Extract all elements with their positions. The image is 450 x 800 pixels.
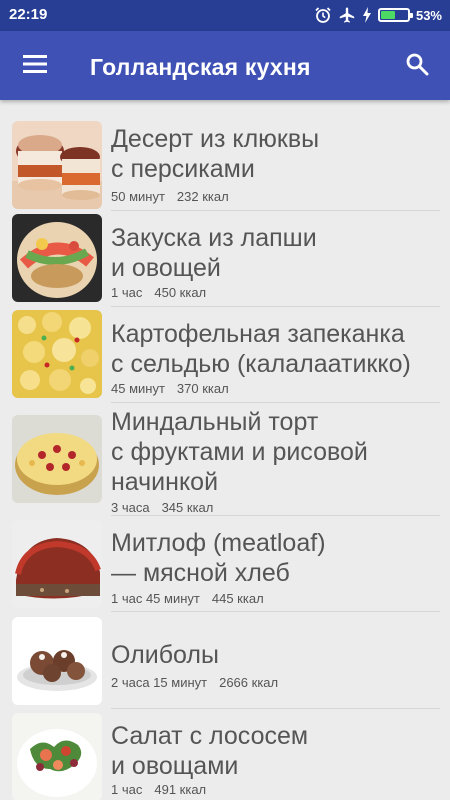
recipe-thumbnail (12, 520, 102, 608)
app-bar: Голландская кухня (0, 31, 450, 100)
recipe-title-line: и овощей (111, 254, 221, 282)
recipe-time: 1 час 45 минут (111, 591, 200, 606)
recipe-title-line: Салат с лососем (111, 722, 309, 750)
recipe-title-line: — мясной хлеб (111, 559, 290, 587)
menu-button[interactable] (14, 45, 56, 87)
recipe-list[interactable]: Десерт из клюквы с персиками 50 минут 232… (0, 100, 450, 800)
recipe-list-item[interactable]: Десерт из клюквы с персиками 50 минут 232… (0, 100, 450, 211)
battery-level-fill (380, 11, 395, 19)
battery-icon (377, 8, 413, 22)
recipe-meta: 2 часа 15 минут 2666 ккал (111, 675, 278, 690)
menu-icon (23, 54, 47, 78)
recipe-title-line: с персиками (111, 155, 255, 183)
recipe-title-line: и овощами (111, 752, 239, 780)
recipe-meta: 3 часа 345 ккал (111, 500, 213, 515)
recipe-meta: 45 минут 370 ккал (111, 381, 229, 396)
page-title: Голландская кухня (90, 54, 311, 80)
alarm-icon (314, 6, 332, 24)
recipe-title-line: с сельдью (калалаатикко) (111, 350, 411, 378)
recipe-kcal: 491 ккал (154, 782, 207, 797)
recipe-time: 1 час (111, 285, 143, 300)
recipe-thumbnail (12, 310, 102, 398)
recipe-list-item[interactable]: Салат с лососем и овощами 1 час 491 ккал (0, 709, 450, 800)
recipe-time: 50 минут (111, 189, 165, 204)
recipe-time: 3 часа (111, 500, 150, 515)
recipe-meta: 1 час 491 ккал (111, 782, 206, 797)
search-icon (405, 52, 429, 81)
status-bar: 22:19 53% (0, 0, 450, 31)
recipe-thumbnail (12, 121, 102, 209)
recipe-kcal: 450 ккал (154, 285, 207, 300)
recipe-meta: 1 час 450 ккал (111, 285, 206, 300)
recipe-thumbnail (12, 214, 102, 302)
recipe-list-item[interactable]: Закуска из лапши и овощей 1 час 450 ккал (0, 211, 450, 307)
recipe-kcal: 445 ккал (211, 591, 264, 606)
recipe-title-line: Олиболы (111, 641, 219, 669)
status-time: 22:19 (9, 6, 48, 23)
recipe-title-line: начинкой (111, 468, 219, 496)
recipe-meta: 1 час 45 минут 445 ккал (111, 591, 264, 606)
recipe-meta: 50 минут 232 ккал (111, 189, 229, 204)
airplane-icon (338, 6, 356, 24)
recipe-thumbnail (12, 713, 102, 800)
recipe-title-line: Митлоф (meatloaf) (111, 529, 326, 557)
recipe-time: 45 минут (111, 381, 165, 396)
recipe-kcal: 232 ккал (176, 189, 229, 204)
search-button[interactable] (396, 45, 438, 87)
recipe-list-item[interactable]: Миндальный торт с фруктами и рисовой нач… (0, 403, 450, 516)
recipe-title-line: Миндальный торт (111, 408, 319, 436)
recipe-list-item[interactable]: Картофельная запеканка с сельдью (калала… (0, 307, 450, 403)
recipe-title-line: Картофельная запеканка (111, 320, 405, 348)
recipe-title-line: с фруктами и рисовой (111, 438, 368, 466)
recipe-kcal: 345 ккал (161, 500, 214, 515)
recipe-title-line: Закуска из лапши (111, 224, 317, 252)
recipe-kcal: 2666 ккал (219, 675, 279, 690)
recipe-time: 1 час (111, 782, 143, 797)
recipe-list-item[interactable]: Митлоф (meatloaf) — мясной хлеб 1 час 45… (0, 516, 450, 612)
recipe-thumbnail (12, 415, 102, 503)
charging-icon (362, 7, 372, 23)
recipe-time: 2 часа 15 минут (111, 675, 208, 690)
recipe-thumbnail (12, 617, 102, 705)
recipe-title-line: Десерт из клюквы (111, 125, 320, 153)
battery-percent: 53% (415, 7, 442, 23)
recipe-kcal: 370 ккал (176, 381, 229, 396)
status-icons: 53% (314, 5, 442, 25)
recipe-list-item[interactable]: Олиболы 2 часа 15 минут 2666 ккал (0, 612, 450, 709)
